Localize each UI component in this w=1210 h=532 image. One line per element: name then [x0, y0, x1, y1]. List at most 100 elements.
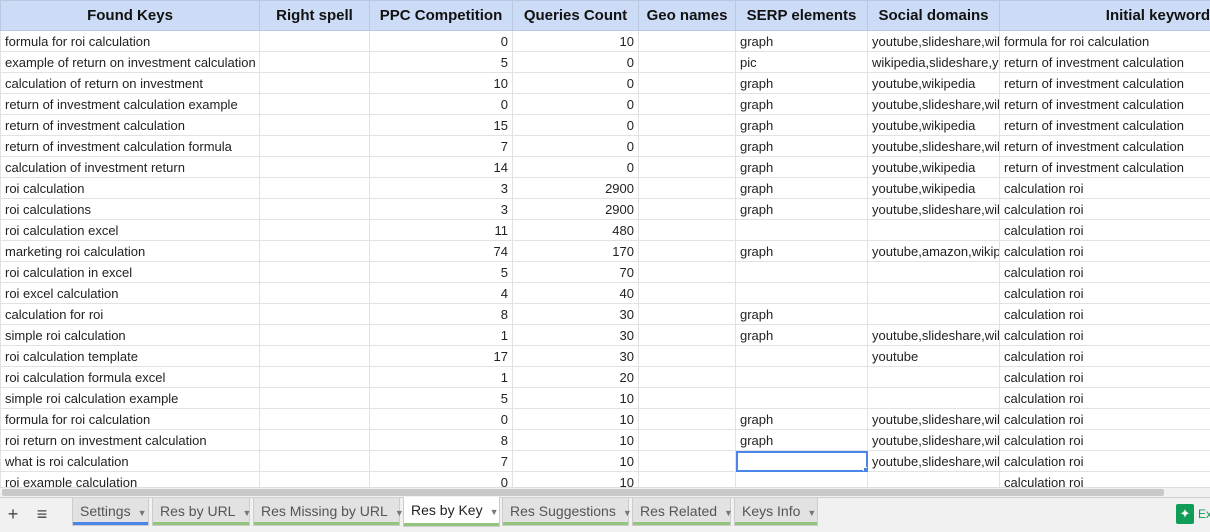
table-cell[interactable]: roi calculations — [1, 199, 260, 220]
table-cell[interactable] — [639, 199, 736, 220]
table-cell[interactable]: return of investment calculation — [1000, 157, 1210, 178]
table-cell[interactable]: calculation roi — [1000, 199, 1210, 220]
table-cell[interactable] — [639, 94, 736, 115]
column-header[interactable]: Geo names — [639, 1, 736, 31]
sheet-tab[interactable]: Res Suggestions▼ — [502, 498, 629, 526]
table-cell[interactable]: calculation roi — [1000, 388, 1210, 409]
column-header[interactable]: Found Keys — [1, 1, 260, 31]
table-cell[interactable] — [639, 52, 736, 73]
sheet-tab[interactable]: Keys Info▼ — [734, 498, 818, 526]
table-cell[interactable]: 480 — [513, 220, 639, 241]
table-cell[interactable] — [260, 325, 370, 346]
table-cell[interactable] — [868, 220, 1000, 241]
table-cell[interactable]: 3 — [370, 178, 513, 199]
table-cell[interactable]: 8 — [370, 304, 513, 325]
table-cell[interactable]: 10 — [513, 409, 639, 430]
table-cell[interactable]: return of investment calculation — [1000, 73, 1210, 94]
table-cell[interactable]: roi excel calculation — [1, 283, 260, 304]
table-cell[interactable]: youtube,wikipedia — [868, 178, 1000, 199]
table-cell[interactable] — [639, 367, 736, 388]
table-cell[interactable]: formula for roi calculation — [1000, 31, 1210, 52]
table-cell[interactable]: roi return on investment calculation — [1, 430, 260, 451]
table-cell[interactable]: wikipedia,slideshare,youtube — [868, 52, 1000, 73]
table-cell[interactable] — [736, 346, 868, 367]
table-cell[interactable] — [260, 304, 370, 325]
table-cell[interactable] — [260, 73, 370, 94]
column-header[interactable]: SERP elements — [736, 1, 868, 31]
table-cell[interactable] — [868, 262, 1000, 283]
table-cell[interactable]: 0 — [513, 94, 639, 115]
table-cell[interactable] — [736, 220, 868, 241]
table-cell[interactable]: return of investment calculation — [1000, 52, 1210, 73]
table-cell[interactable]: graph — [736, 304, 868, 325]
table-cell[interactable] — [260, 346, 370, 367]
table-cell[interactable] — [868, 472, 1000, 488]
table-cell[interactable] — [260, 52, 370, 73]
table-cell[interactable] — [868, 283, 1000, 304]
table-cell[interactable] — [260, 178, 370, 199]
table-cell[interactable]: pic — [736, 52, 868, 73]
table-cell[interactable] — [639, 430, 736, 451]
dropdown-arrow-icon[interactable]: ▼ — [490, 507, 499, 517]
table-cell[interactable] — [736, 472, 868, 488]
table-cell[interactable]: calculation roi — [1000, 220, 1210, 241]
table-cell[interactable]: youtube,slideshare,wikipedia — [868, 31, 1000, 52]
table-cell[interactable]: 2900 — [513, 199, 639, 220]
table-cell[interactable]: youtube,wikipedia — [868, 115, 1000, 136]
table-cell[interactable]: marketing roi calculation — [1, 241, 260, 262]
table-cell[interactable]: graph — [736, 94, 868, 115]
column-header[interactable]: Initial keyword — [1000, 1, 1210, 31]
table-cell[interactable]: 30 — [513, 346, 639, 367]
table-cell[interactable] — [639, 346, 736, 367]
table-cell[interactable]: return of investment calculation example — [1, 94, 260, 115]
table-cell[interactable]: youtube,slideshare,wikipedia — [868, 136, 1000, 157]
table-cell[interactable]: formula for roi calculation — [1, 31, 260, 52]
table-cell[interactable]: roi calculation in excel — [1, 262, 260, 283]
table-cell[interactable]: 0 — [513, 136, 639, 157]
table-cell[interactable]: 1 — [370, 325, 513, 346]
table-cell[interactable]: graph — [736, 73, 868, 94]
table-cell[interactable] — [736, 388, 868, 409]
table-cell[interactable]: youtube,wikipedia — [868, 157, 1000, 178]
table-cell[interactable]: calculation roi — [1000, 262, 1210, 283]
table-cell[interactable] — [639, 157, 736, 178]
table-cell[interactable]: roi calculation excel — [1, 220, 260, 241]
table-cell[interactable]: graph — [736, 241, 868, 262]
table-cell[interactable]: 170 — [513, 241, 639, 262]
table-cell[interactable]: graph — [736, 199, 868, 220]
table-cell[interactable] — [639, 409, 736, 430]
table-cell[interactable]: 14 — [370, 157, 513, 178]
explore-button[interactable]: ✦ Explore — [1168, 504, 1210, 531]
table-cell[interactable] — [260, 31, 370, 52]
table-cell[interactable]: graph — [736, 136, 868, 157]
table-cell[interactable]: youtube,slideshare,wikipedia — [868, 199, 1000, 220]
table-cell[interactable]: roi calculation formula excel — [1, 367, 260, 388]
sheet-tab[interactable]: Res by Key▼ — [403, 497, 500, 527]
table-cell[interactable]: roi example calculation — [1, 472, 260, 488]
table-cell[interactable] — [639, 136, 736, 157]
column-header[interactable]: Social domains — [868, 1, 1000, 31]
table-cell[interactable] — [260, 199, 370, 220]
table-cell[interactable]: graph — [736, 430, 868, 451]
table-cell[interactable] — [260, 451, 370, 472]
table-cell[interactable]: youtube,slideshare,wikipedia — [868, 325, 1000, 346]
table-cell[interactable]: return of investment calculation formula — [1, 136, 260, 157]
all-sheets-menu-icon[interactable]: ≡ — [32, 504, 52, 524]
table-cell[interactable]: calculation roi — [1000, 367, 1210, 388]
table-cell[interactable]: 0 — [513, 73, 639, 94]
dropdown-arrow-icon[interactable]: ▼ — [724, 508, 733, 518]
table-cell[interactable]: 30 — [513, 325, 639, 346]
table-cell[interactable]: calculation roi — [1000, 472, 1210, 488]
table-cell[interactable]: calculation roi — [1000, 409, 1210, 430]
table-cell[interactable]: calculation roi — [1000, 325, 1210, 346]
column-header[interactable]: PPC Competition — [370, 1, 513, 31]
table-cell[interactable]: 5 — [370, 388, 513, 409]
table-cell[interactable]: youtube,amazon,wikipedia — [868, 241, 1000, 262]
table-cell[interactable]: 3 — [370, 199, 513, 220]
table-cell[interactable]: calculation roi — [1000, 451, 1210, 472]
scrollbar-thumb[interactable] — [2, 489, 1164, 496]
fill-handle[interactable] — [863, 467, 868, 472]
table-cell[interactable] — [260, 409, 370, 430]
table-cell[interactable] — [260, 388, 370, 409]
sheet-tab[interactable]: Res Related▼ — [632, 498, 731, 526]
